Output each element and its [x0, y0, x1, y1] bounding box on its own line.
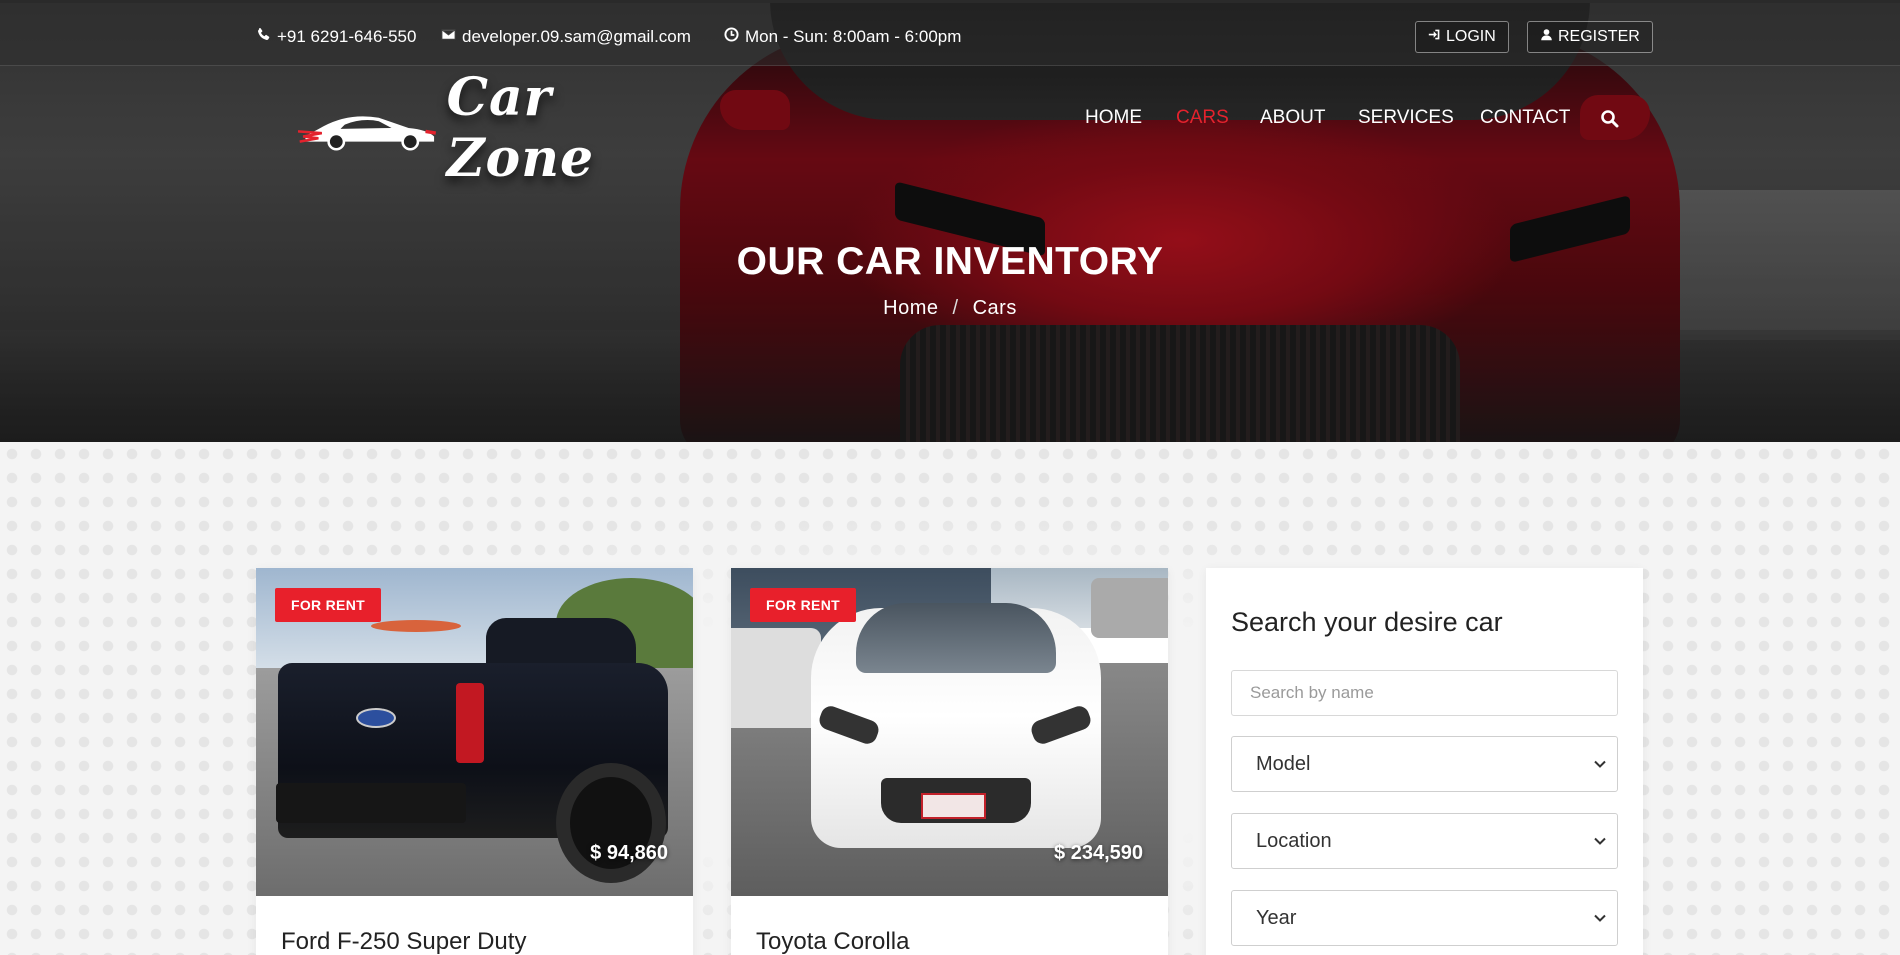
login-button[interactable]: LOGIN [1415, 21, 1509, 53]
breadcrumb: Home / Cars [0, 297, 1900, 320]
page-title: OUR CAR INVENTORY [736, 240, 1164, 283]
car-image[interactable]: FOR RENT $ 94,860 [256, 568, 693, 896]
model-select-value: Model [1256, 752, 1311, 775]
nav-about[interactable]: ABOUT [1260, 107, 1325, 129]
car-logo-icon [298, 116, 437, 151]
nav-services[interactable]: SERVICES [1358, 107, 1454, 129]
envelope-icon [441, 27, 456, 47]
contact-phone[interactable]: +91 6291-646-550 [256, 27, 416, 47]
year-select-value: Year [1256, 906, 1297, 929]
for-rent-badge: FOR RENT [275, 588, 381, 622]
brand-name: Car Zone [446, 67, 595, 189]
clock-icon [724, 27, 739, 47]
chevron-down-icon [1594, 914, 1606, 922]
for-rent-badge: FOR RENT [750, 588, 856, 622]
register-button-label: REGISTER [1558, 28, 1640, 45]
contact-email[interactable]: developer.09.sam@gmail.com [441, 27, 691, 47]
breadcrumb-home[interactable]: Home [883, 297, 938, 320]
hero-banner: +91 6291-646-550 developer.09.sam@gmail.… [0, 0, 1900, 442]
opening-hours: Mon - Sun: 8:00am - 6:00pm [724, 27, 961, 47]
login-button-label: LOGIN [1446, 28, 1496, 45]
location-select-value: Location [1256, 829, 1332, 852]
phone-icon [256, 27, 271, 47]
model-select[interactable]: Model [1231, 736, 1618, 792]
search-panel-title: Search your desire car [1231, 607, 1503, 637]
car-price: $ 234,590 [1054, 842, 1143, 864]
location-select[interactable]: Location [1231, 813, 1618, 869]
chevron-down-icon [1594, 837, 1606, 845]
search-icon[interactable] [1600, 109, 1620, 129]
sign-in-icon [1428, 28, 1441, 46]
breadcrumb-current: Cars [972, 297, 1017, 319]
contact-phone-text: +91 6291-646-550 [277, 27, 417, 46]
brand-logo[interactable]: Car Zone [298, 67, 678, 189]
nav-contact[interactable]: CONTACT [1480, 107, 1570, 129]
car-card[interactable]: FOR RENT $ 94,860 Ford F-250 Super Duty [256, 568, 693, 955]
search-name-input[interactable] [1231, 670, 1618, 716]
chevron-down-icon [1594, 760, 1606, 768]
hero-overlay [0, 0, 1900, 442]
search-panel: Search your desire car Model Location Ye… [1206, 568, 1643, 955]
car-title[interactable]: Ford F-250 Super Duty [281, 928, 526, 955]
top-bar: +91 6291-646-550 developer.09.sam@gmail.… [0, 0, 1900, 66]
car-image[interactable]: FOR RENT $ 234,590 [731, 568, 1168, 896]
user-icon [1540, 28, 1553, 46]
car-title[interactable]: Toyota Corolla [756, 928, 909, 955]
nav-home[interactable]: HOME [1085, 107, 1142, 129]
opening-hours-text: Mon - Sun: 8:00am - 6:00pm [745, 27, 962, 46]
contact-email-text: developer.09.sam@gmail.com [462, 27, 691, 46]
breadcrumb-separator: / [952, 297, 959, 319]
car-card[interactable]: FOR RENT $ 234,590 Toyota Corolla [731, 568, 1168, 955]
nav-cars[interactable]: CARS [1176, 107, 1229, 129]
year-select[interactable]: Year [1231, 890, 1618, 946]
register-button[interactable]: REGISTER [1527, 21, 1653, 53]
car-price: $ 94,860 [590, 842, 668, 864]
